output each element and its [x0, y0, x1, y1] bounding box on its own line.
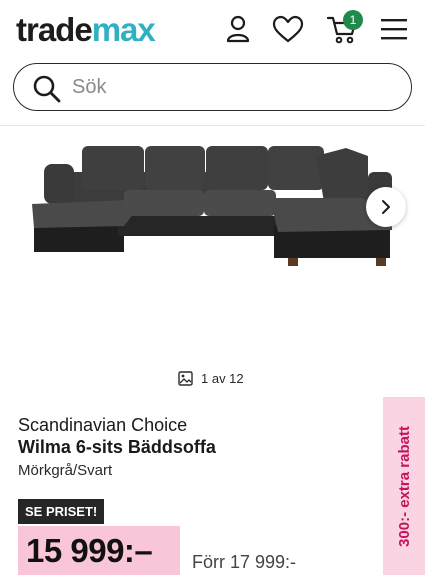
account-button[interactable]	[222, 12, 254, 46]
cart-count-badge: 1	[343, 10, 363, 30]
search-icon	[33, 75, 61, 103]
search-bar[interactable]	[13, 63, 412, 111]
site-header: trademax 1	[0, 0, 425, 60]
image-counter-text: 1 av 12	[201, 370, 244, 386]
image-counter: 1 av 12	[178, 369, 244, 387]
menu-button[interactable]	[378, 12, 410, 46]
heart-icon	[272, 15, 304, 43]
product-title: Wilma 6-sits Bäddsoffa	[18, 437, 216, 457]
user-icon	[226, 15, 250, 43]
menu-icon	[381, 19, 407, 40]
promo-text: 300:- extra rabatt	[395, 425, 413, 547]
product-variant: Mörkgrå/Svart	[18, 462, 113, 479]
chevron-right-icon	[382, 200, 390, 214]
product-image-sofa[interactable]	[28, 142, 398, 272]
logo-text-trade: trade	[16, 11, 93, 48]
product-brand[interactable]: Scandinavian Choice	[18, 415, 187, 436]
wishlist-button[interactable]	[270, 12, 306, 46]
old-price: Förr 17 999:-	[192, 552, 297, 572]
image-icon	[178, 370, 193, 386]
product-price: 15 999:–	[18, 526, 180, 575]
price-badge: SE PRISET!	[18, 499, 105, 524]
trademax-logo[interactable]: trademax	[16, 8, 156, 52]
promo-tab[interactable]: 300:- extra rabatt	[383, 397, 425, 575]
gallery-next-button[interactable]	[366, 187, 406, 227]
logo-text-max: max	[91, 11, 156, 48]
search-input[interactable]	[72, 72, 392, 102]
